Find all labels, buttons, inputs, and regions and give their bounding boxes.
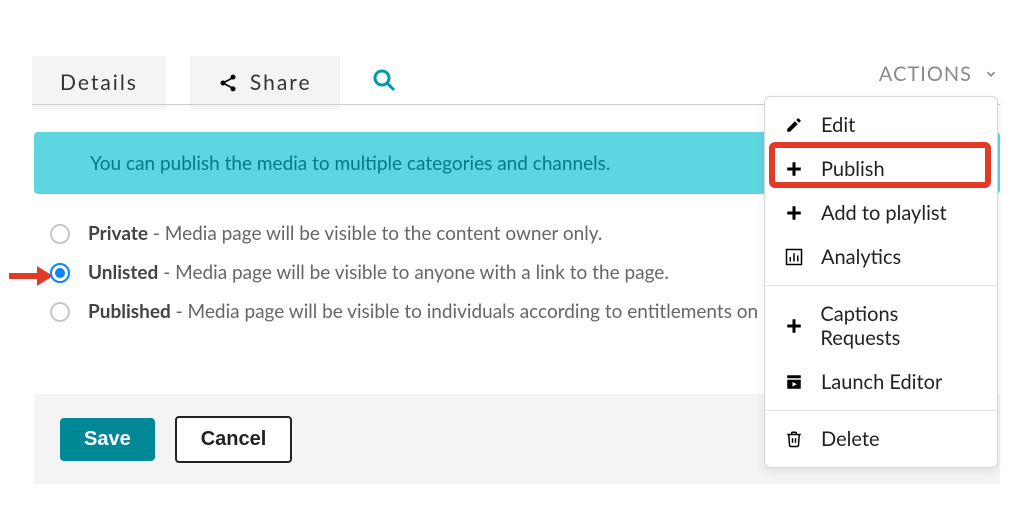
tabs: Details Share — [32, 56, 404, 109]
trash-icon — [783, 428, 805, 450]
menu-captions[interactable]: Captions Requests — [765, 292, 997, 360]
actions-button-label: ACTIONS — [879, 62, 972, 86]
plus-icon — [783, 315, 804, 337]
menu-publish-label: Publish — [821, 157, 885, 181]
tab-share-label: Share — [250, 70, 312, 95]
radio-icon[interactable] — [50, 224, 70, 244]
menu-delete-label: Delete — [821, 427, 880, 451]
menu-delete[interactable]: Delete — [765, 417, 997, 461]
chevron-down-icon — [984, 62, 998, 86]
search-icon[interactable] — [364, 60, 404, 105]
menu-captions-label: Captions Requests — [820, 302, 979, 350]
annotation-arrow — [9, 265, 53, 287]
pencil-icon — [783, 114, 805, 136]
save-button-label: Save — [84, 428, 131, 450]
plus-icon — [783, 158, 805, 180]
menu-publish[interactable]: Publish — [765, 147, 997, 191]
actions-button[interactable]: ACTIONS — [879, 62, 998, 86]
radio-icon[interactable] — [50, 302, 70, 322]
publish-notice-text: You can publish the media to multiple ca… — [90, 152, 610, 175]
actions-dropdown: Edit Publish Add to playlist Analytics C… — [764, 96, 998, 468]
menu-analytics[interactable]: Analytics — [765, 235, 997, 279]
editor-icon — [783, 371, 805, 393]
radio-label: Private - Media page will be visible to … — [88, 222, 602, 245]
menu-launch-editor-label: Launch Editor — [821, 370, 942, 394]
cancel-button-label: Cancel — [201, 428, 267, 450]
share-icon — [218, 73, 238, 93]
radio-icon[interactable] — [50, 263, 70, 283]
radio-label: Unlisted - Media page will be visible to… — [88, 261, 669, 284]
plus-icon — [783, 202, 805, 224]
cancel-button[interactable]: Cancel — [175, 416, 293, 463]
tab-share[interactable]: Share — [190, 56, 340, 109]
menu-edit-label: Edit — [821, 113, 855, 137]
tab-details-label: Details — [60, 70, 138, 95]
save-button[interactable]: Save — [60, 418, 155, 461]
menu-separator — [765, 410, 997, 411]
menu-add-to-playlist-label: Add to playlist — [821, 201, 947, 225]
menu-launch-editor[interactable]: Launch Editor — [765, 360, 997, 404]
menu-analytics-label: Analytics — [821, 245, 901, 269]
menu-separator — [765, 285, 997, 286]
menu-add-to-playlist[interactable]: Add to playlist — [765, 191, 997, 235]
analytics-icon — [783, 246, 805, 268]
tab-details[interactable]: Details — [32, 56, 166, 109]
menu-edit[interactable]: Edit — [765, 103, 997, 147]
